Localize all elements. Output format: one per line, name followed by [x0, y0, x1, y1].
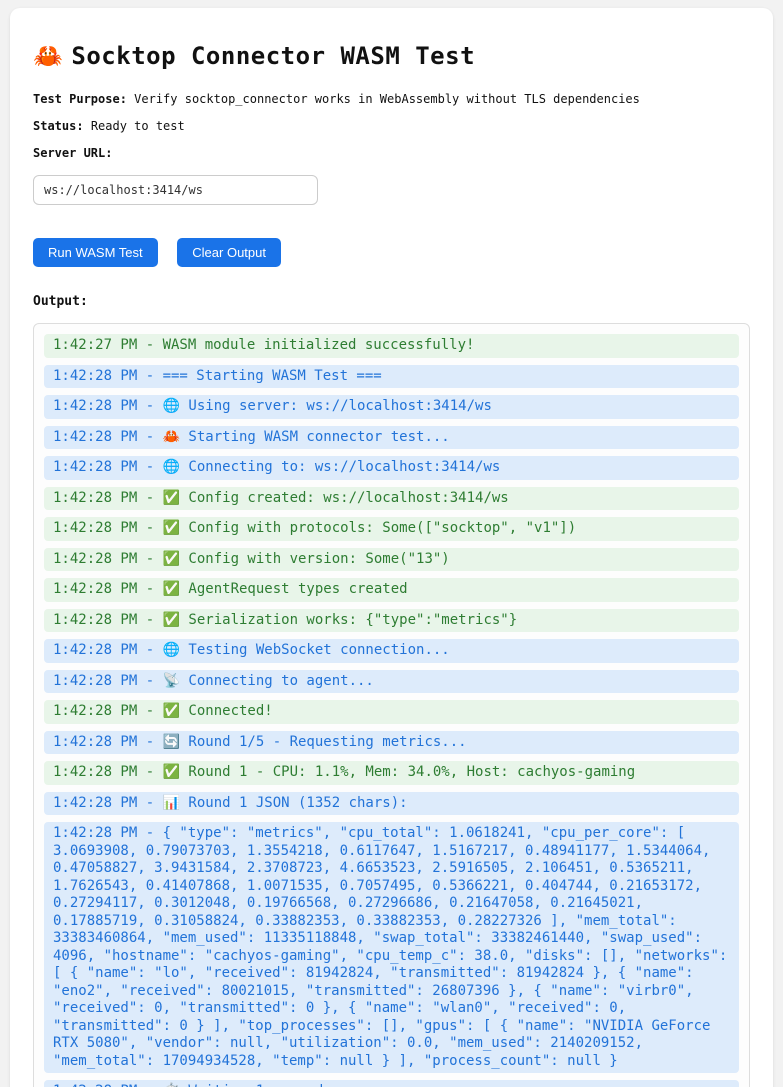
- log-row: 1:42:28 PM - 🔄 Round 1/5 - Requesting me…: [44, 731, 739, 755]
- log-row: 1:42:28 PM - === Starting WASM Test ===: [44, 365, 739, 389]
- log-row: 1:42:28 PM - ✅ Config with version: Some…: [44, 548, 739, 572]
- log-row: 1:42:28 PM - 📡 Connecting to agent...: [44, 670, 739, 694]
- page-title: 🦀 Socktop Connector WASM Test: [33, 42, 750, 70]
- test-purpose-text: Verify socktop_connector works in WebAss…: [134, 92, 640, 106]
- log-row: 1:42:28 PM - ✅ Config with protocols: So…: [44, 517, 739, 541]
- server-url-input[interactable]: [33, 175, 318, 205]
- output-log: 1:42:27 PM - WASM module initialized suc…: [33, 323, 750, 1087]
- run-wasm-test-button[interactable]: Run WASM Test: [33, 238, 158, 267]
- status-label: Status:: [33, 119, 84, 133]
- log-row: 1:42:28 PM - ✅ AgentRequest types create…: [44, 578, 739, 602]
- server-url-label: Server URL:: [33, 146, 750, 160]
- output-label: Output:: [33, 294, 750, 309]
- log-row: 1:42:28 PM - ✅ Round 1 - CPU: 1.1%, Mem:…: [44, 761, 739, 785]
- log-row: 1:42:28 PM - 🌐 Testing WebSocket connect…: [44, 639, 739, 663]
- crab-icon: 🦀: [33, 42, 63, 70]
- log-row: 1:42:28 PM - 🌐 Using server: ws://localh…: [44, 395, 739, 419]
- log-list: 1:42:27 PM - WASM module initialized suc…: [44, 334, 739, 1087]
- clear-output-button[interactable]: Clear Output: [177, 238, 281, 267]
- toolbar: Run WASM Test Clear Output: [33, 238, 750, 267]
- page-title-text: Socktop Connector WASM Test: [71, 42, 475, 70]
- main-card: 🦀 Socktop Connector WASM Test Test Purpos…: [10, 8, 773, 1087]
- log-row: 1:42:28 PM - ✅ Config created: ws://loca…: [44, 487, 739, 511]
- test-purpose-label: Test Purpose:: [33, 92, 127, 106]
- log-row: 1:42:28 PM - 🌐 Connecting to: ws://local…: [44, 456, 739, 480]
- test-purpose-line: Test Purpose: Verify socktop_connector w…: [33, 92, 750, 106]
- log-row: 1:42:28 PM - 🦀 Starting WASM connector t…: [44, 426, 739, 450]
- log-row: 1:42:28 PM - ⏱️ Waiting 1 second...: [44, 1080, 739, 1087]
- status-line: Status: Ready to test: [33, 119, 750, 133]
- status-text: Ready to test: [91, 119, 185, 133]
- log-row: 1:42:28 PM - 📊 Round 1 JSON (1352 chars)…: [44, 792, 739, 816]
- log-row: 1:42:27 PM - WASM module initialized suc…: [44, 334, 739, 358]
- log-row: 1:42:28 PM - ✅ Connected!: [44, 700, 739, 724]
- log-row: 1:42:28 PM - ✅ Serialization works: {"ty…: [44, 609, 739, 633]
- log-row: 1:42:28 PM - { "type": "metrics", "cpu_t…: [44, 822, 739, 1073]
